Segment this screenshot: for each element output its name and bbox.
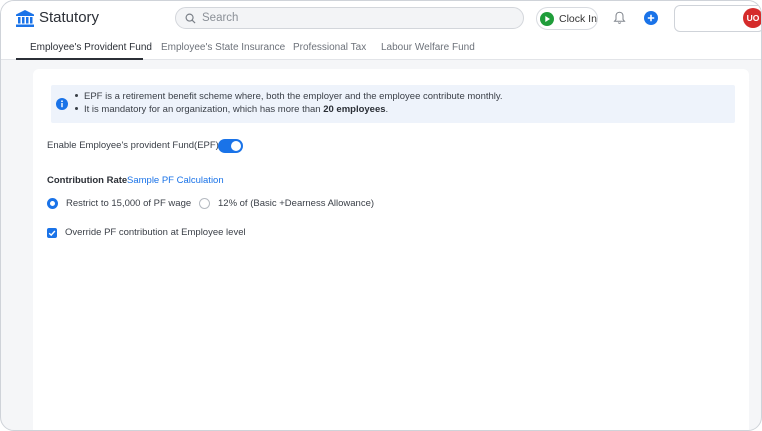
top-header: Statutory Clock In UO xyxy=(1,1,761,37)
tab-employees-state-insurance[interactable]: Employee's State Insurance xyxy=(161,42,285,53)
tab-bar: Employee's Provident Fund Employee's Sta… xyxy=(1,37,761,60)
epf-settings-card: EPF is a retirement benefit scheme where… xyxy=(33,69,749,430)
info-banner: EPF is a retirement benefit scheme where… xyxy=(51,85,735,123)
tab-employees-provident-fund[interactable]: Employee's Provident Fund xyxy=(30,42,152,53)
override-label: Override PF contribution at Employee lev… xyxy=(65,227,246,238)
radio-button-basic-da[interactable] xyxy=(199,198,210,209)
info-line-2-emphasis: 20 employees xyxy=(323,104,386,115)
radio-option-basic-da[interactable]: 12% of (Basic +Dearness Allowance) xyxy=(199,198,374,209)
search-icon xyxy=(185,13,196,24)
contribution-rate-heading: Contribution Rate xyxy=(47,175,128,186)
notification-bell-icon[interactable] xyxy=(613,11,626,25)
search-bar[interactable] xyxy=(175,7,524,29)
search-input[interactable] xyxy=(202,12,502,24)
override-option[interactable]: Override PF contribution at Employee lev… xyxy=(47,227,246,238)
sample-pf-calculation-link[interactable]: Sample PF Calculation xyxy=(127,175,224,186)
info-line-2-text: It is mandatory for an organization, whi… xyxy=(84,104,324,115)
override-checkbox[interactable] xyxy=(47,227,57,238)
page-title: Statutory xyxy=(39,9,100,26)
clock-in-label: Clock In xyxy=(559,12,597,25)
radio-label-basic-da: 12% of (Basic +Dearness Allowance) xyxy=(218,198,375,209)
clock-in-button[interactable]: Clock In xyxy=(536,7,598,30)
enable-epf-label: Enable Employee's provident Fund(EPF) xyxy=(47,140,219,151)
radio-label-restrict: Restrict to 15,000 of PF wage xyxy=(66,198,192,209)
app-window: Statutory Clock In UO xyxy=(0,0,762,431)
radio-option-restrict[interactable]: Restrict to 15,000 of PF wage xyxy=(47,198,191,209)
bank-icon xyxy=(16,10,34,27)
info-line-1: EPF is a retirement benefit scheme where… xyxy=(84,91,503,102)
toggle-knob xyxy=(231,141,241,151)
enable-epf-toggle[interactable] xyxy=(218,139,243,153)
add-icon[interactable] xyxy=(644,11,658,25)
info-bullet-2: It is mandatory for an organization, whi… xyxy=(75,104,388,115)
play-icon xyxy=(540,11,554,26)
info-bullet-1: EPF is a retirement benefit scheme where… xyxy=(75,91,503,102)
info-icon xyxy=(56,98,68,110)
tab-labour-welfare-fund[interactable]: Labour Welfare Fund xyxy=(381,42,475,53)
active-tab-indicator xyxy=(16,58,143,60)
tab-professional-tax[interactable]: Professional Tax xyxy=(293,42,366,53)
avatar[interactable]: UO xyxy=(743,8,761,28)
info-line-2-suffix: . xyxy=(385,104,389,115)
radio-button-restrict[interactable] xyxy=(47,198,58,209)
checkmark-icon xyxy=(48,230,56,236)
